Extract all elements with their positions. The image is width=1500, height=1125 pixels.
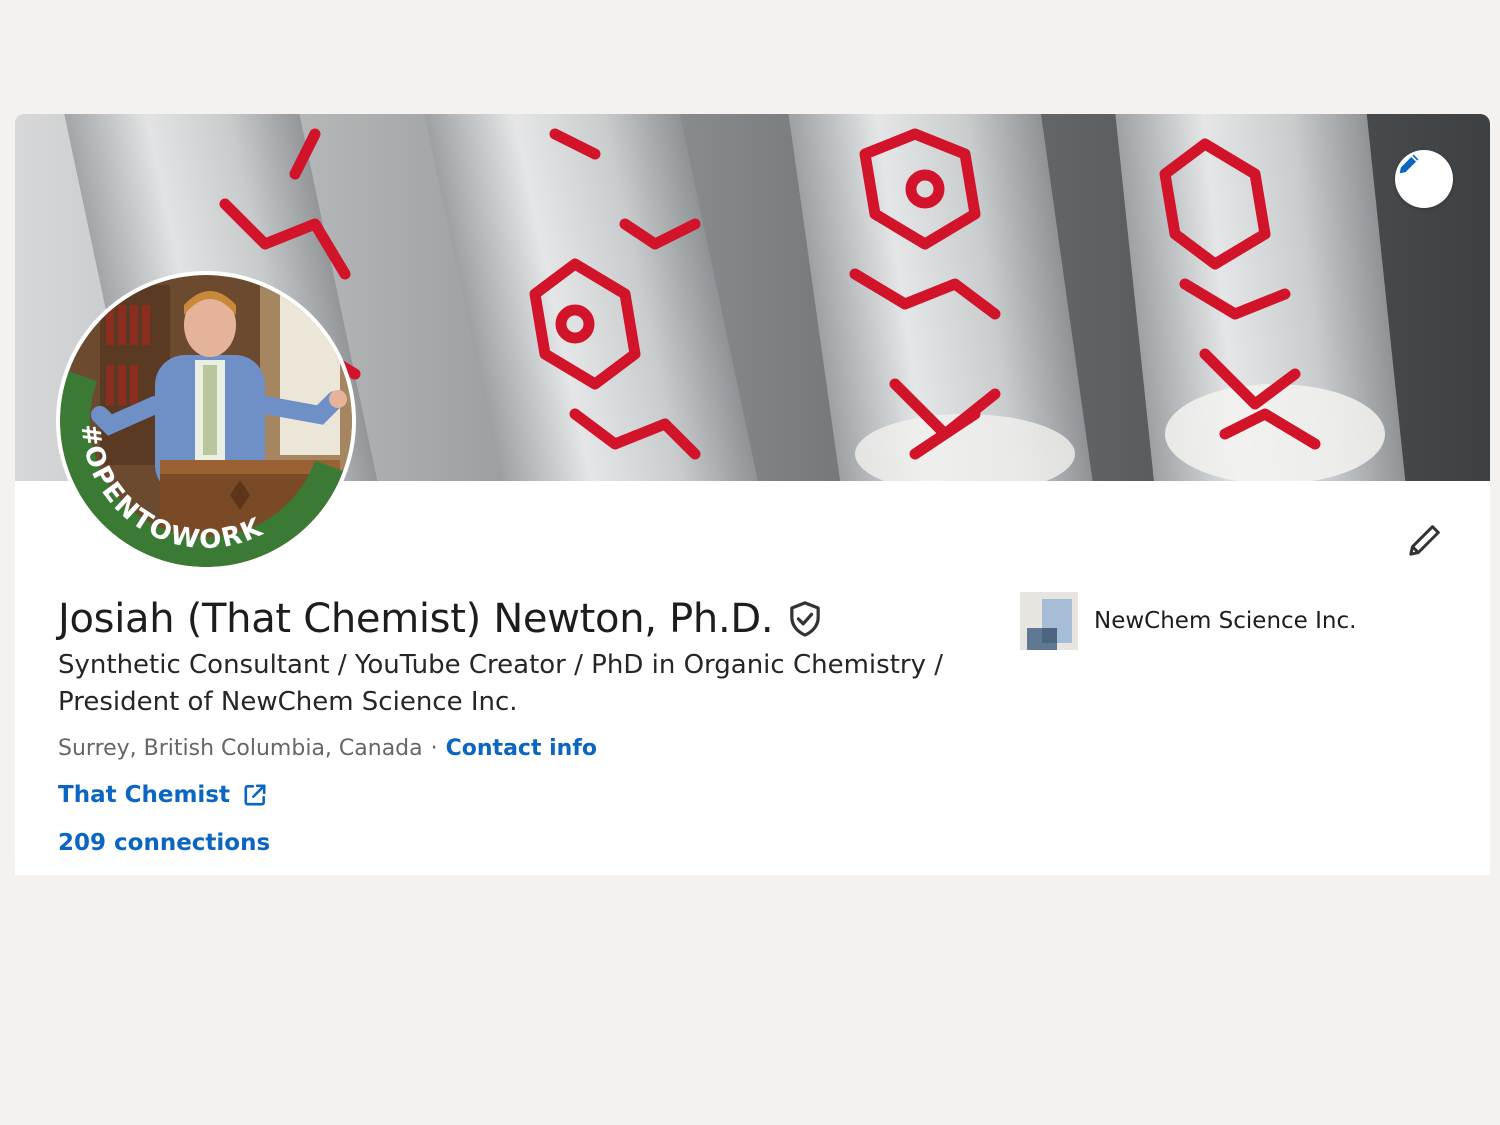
shield-check-icon[interactable] <box>787 600 823 638</box>
company-logo <box>1020 592 1078 650</box>
pencil-icon <box>1409 525 1440 556</box>
pencil-icon <box>1399 154 1419 174</box>
website-link[interactable]: That Chemist <box>58 782 268 808</box>
company-name[interactable]: NewChem Science Inc. <box>1094 608 1356 634</box>
name-row: Josiah (That Chemist) Newton, Ph.D. <box>58 596 823 642</box>
profile-headline: Synthetic Consultant / YouTube Creator /… <box>58 650 943 717</box>
profile-name: Josiah (That Chemist) Newton, Ph.D. <box>58 596 774 642</box>
location-row: Surrey, British Columbia, Canada · Conta… <box>58 736 597 761</box>
separator-dot: · <box>430 736 438 761</box>
profile-card: #OPENTOWORK Josiah (That Chemist) Newton… <box>15 114 1490 875</box>
edit-banner-button[interactable] <box>1395 150 1453 208</box>
edit-profile-button[interactable] <box>1403 518 1447 562</box>
current-company[interactable]: NewChem Science Inc. <box>1020 592 1356 650</box>
external-link-icon[interactable] <box>242 782 268 808</box>
profile-location: Surrey, British Columbia, Canada <box>58 736 423 761</box>
avatar-image: #OPENTOWORK <box>60 275 352 567</box>
profile-photo[interactable]: #OPENTOWORK <box>60 275 352 567</box>
contact-info-link[interactable]: Contact info <box>446 736 597 761</box>
website-link-label[interactable]: That Chemist <box>58 782 230 808</box>
connections-link[interactable]: 209 connections <box>58 830 270 856</box>
